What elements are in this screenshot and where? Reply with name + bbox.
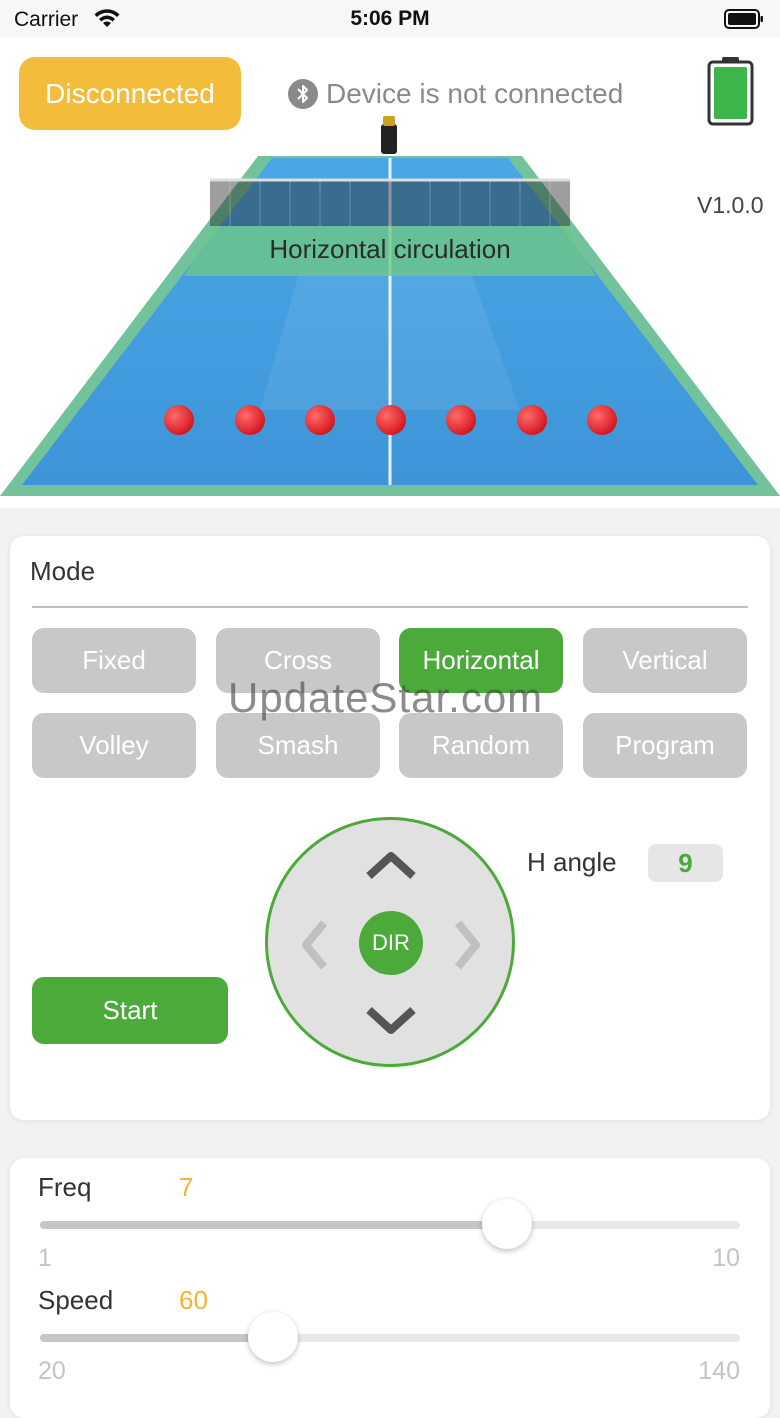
dpad-up-button[interactable] [363, 844, 419, 884]
mode-button-horizontal[interactable]: Horizontal [399, 628, 563, 693]
freq-slider[interactable] [40, 1199, 740, 1249]
speed-value: 60 [179, 1285, 208, 1315]
settings-panel: Freq 7 1 10 Speed 60 20 140 [10, 1158, 770, 1418]
chevron-right-icon [454, 920, 480, 970]
mode-button-program[interactable]: Program [583, 713, 747, 778]
connection-status-text: Device is not connected [326, 78, 624, 109]
h-angle-value: 9 [648, 844, 723, 882]
speed-min-label: 20 [38, 1357, 66, 1385]
dir-button[interactable]: DIR [359, 911, 423, 975]
divider [32, 606, 748, 608]
freq-slider-thumb[interactable] [481, 1199, 532, 1249]
chevron-left-icon [302, 920, 328, 970]
speed-max-label: 140 [698, 1357, 740, 1385]
mode-button-random[interactable]: Random [399, 713, 563, 778]
start-button[interactable]: Start [32, 977, 228, 1044]
dpad-left-button[interactable] [294, 917, 334, 973]
mode-button-cross[interactable]: Cross [216, 628, 380, 693]
mode-button-fixed[interactable]: Fixed [32, 628, 196, 693]
freq-min-label: 1 [38, 1244, 52, 1272]
freq-max-label: 10 [712, 1244, 740, 1272]
dpad-right-button[interactable] [448, 917, 488, 973]
dpad-down-button[interactable] [363, 1000, 419, 1040]
h-angle-label: H angle [527, 847, 617, 877]
direction-pad: DIR [265, 817, 515, 1067]
speed-slider-thumb[interactable] [248, 1312, 299, 1362]
connection-status: Device is not connected [288, 76, 623, 112]
device-battery-icon [707, 57, 754, 126]
mode-title: Mode [30, 556, 96, 586]
connect-button[interactable]: Disconnected [19, 57, 241, 130]
mode-panel: Mode Fixed Cross Horizontal Vertical Vol… [10, 536, 770, 1120]
speed-slider-fill [40, 1334, 274, 1342]
mode-button-volley[interactable]: Volley [32, 713, 196, 778]
battery-status-icon [724, 9, 763, 29]
freq-label: Freq [38, 1172, 92, 1202]
mode-caption: Horizontal circulation [269, 234, 511, 264]
speed-label: Speed [38, 1285, 114, 1315]
freq-slider-fill [40, 1221, 507, 1229]
mode-button-vertical[interactable]: Vertical [583, 628, 747, 693]
chevron-down-icon [366, 1007, 416, 1034]
speed-slider[interactable] [40, 1312, 740, 1362]
table-tennis-scene [0, 116, 780, 496]
freq-value: 7 [179, 1172, 194, 1202]
chevron-up-icon [366, 852, 416, 879]
version-label: V1.0.0 [697, 192, 764, 218]
status-bar: Carrier 5:06 PM [0, 0, 780, 38]
mode-button-smash[interactable]: Smash [216, 713, 380, 778]
bluetooth-icon [288, 79, 318, 109]
clock: 5:06 PM [350, 7, 430, 30]
